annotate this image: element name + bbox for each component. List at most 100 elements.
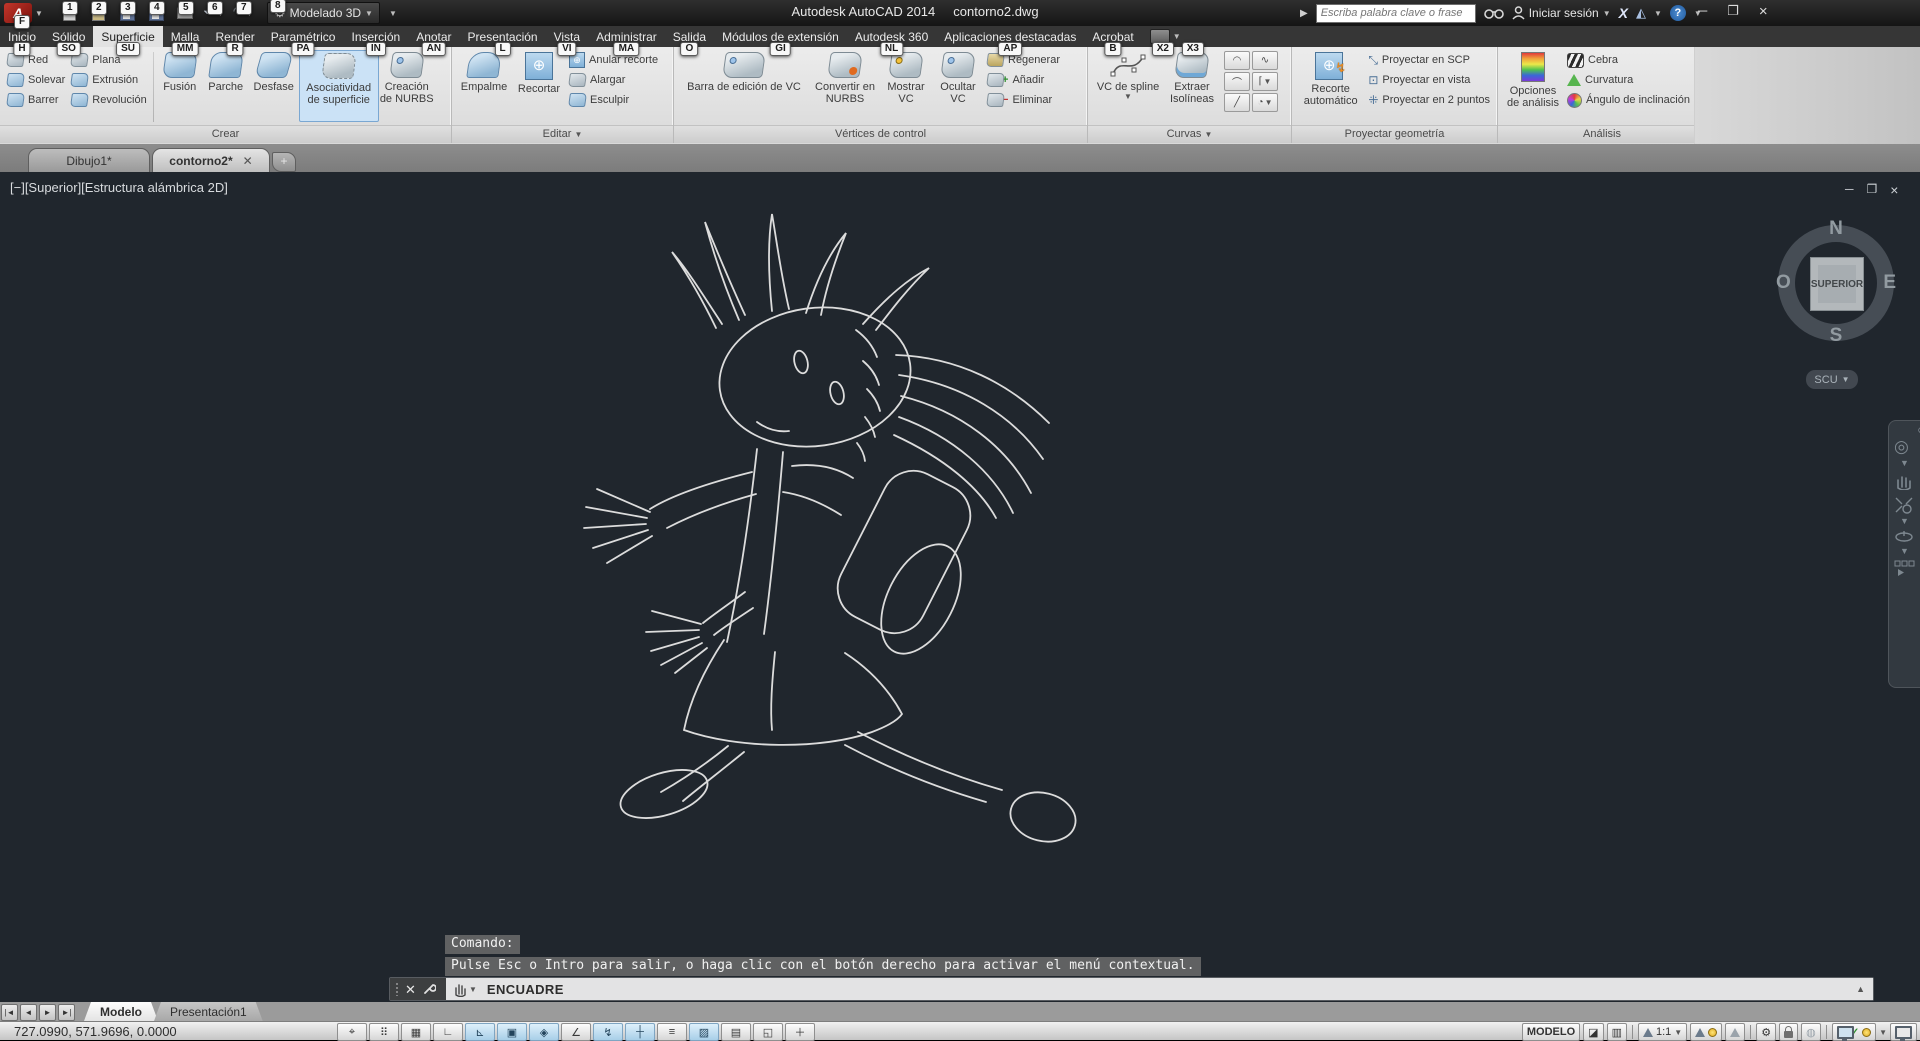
proyectar-scp-button[interactable]: ⤡ Proyectar en SCP [1365,50,1493,70]
new-drawing-button[interactable]: 1 [58,1,80,24]
regenerar-button[interactable]: Regenerar [984,50,1063,70]
revolucion-button[interactable]: Revolución [68,90,149,110]
plot-button[interactable]: 5 [174,1,196,24]
compass-east-label[interactable]: E [1883,272,1896,294]
ocultar-vc-button[interactable]: Ocultar VC [932,50,984,122]
clean-screen-button[interactable] [1890,1023,1917,1041]
file-tab-contorno2[interactable]: contorno2* ✕ [152,148,270,173]
annotation-scale-button[interactable]: 1:1 ▼ [1637,1023,1688,1041]
asociatividad-superficie-toggle[interactable]: Asociatividad de superficie [298,50,379,122]
ribbon-display-options-button[interactable]: ▼ X2 X3 [1149,26,1204,56]
empalme-button[interactable]: Empalme [456,50,512,122]
hardware-acceleration-button[interactable]: ✓ [1831,1023,1877,1041]
pan-hand-icon[interactable] [1894,472,1914,490]
sign-in-button[interactable]: Iniciar sesión ▼ [1512,6,1611,20]
annotation-monitor-toggle[interactable]: ＋ [785,1023,815,1041]
tab-superficie[interactable]: Superficie SU [93,26,163,56]
tab-inicio[interactable]: Inicio H [0,26,44,56]
curvatura-button[interactable]: Curvatura [1564,70,1693,90]
compass-west-label[interactable]: O [1776,272,1791,294]
dynamic-input-toggle[interactable]: ┼ [625,1023,655,1041]
steering-wheel-icon[interactable]: ◎ [1894,438,1909,456]
close-icon[interactable]: ✕ [243,154,253,168]
ucs-menu-button[interactable]: SCU ▼ [1806,370,1858,389]
arc-button[interactable]: ⌈ ▼ [1252,72,1278,91]
command-line-bar[interactable]: ✕ ▼ ENCUADRE ▲ [389,977,1874,1001]
polar-tracking-toggle[interactable]: ⊾ [465,1023,495,1041]
save-as-button[interactable]: 4 [145,1,167,24]
tab-modulos[interactable]: Módulos de extensión GI [714,26,847,56]
quick-properties-toggle[interactable]: ▤ [721,1023,751,1041]
help-icon[interactable]: ? [1669,5,1686,21]
panel-title[interactable]: Proyectar geometría [1292,125,1497,143]
drawing-viewport[interactable]: [−][Superior][Estructura alámbrica 2D] ─… [0,172,1920,1002]
redo-button[interactable]: ↷▼7 [232,1,254,24]
vc-spline-button[interactable]: VC de spline ▼ [1092,50,1164,122]
ortho-mode-toggle[interactable]: ∟ [433,1023,463,1041]
tab-malla[interactable]: Malla MM [163,26,208,56]
collapse-arrow-icon[interactable]: ▶ [1300,8,1308,19]
zoom-icon[interactable] [1894,496,1914,514]
opciones-analisis-button[interactable]: Opciones de análisis [1502,50,1564,122]
eliminar-button[interactable]: − Eliminar [984,90,1063,110]
annotation-visibility-button[interactable] [1690,1023,1723,1041]
pan-command-icon[interactable] [453,981,469,997]
close-button[interactable]: × [1759,3,1768,20]
steering-wheel-button[interactable]: ◍ [1801,1023,1821,1041]
circle-button[interactable]: ◔ ▼ [1252,93,1278,112]
chevron-down-icon[interactable]: ▼ [1900,458,1909,468]
doc-close-button[interactable]: × [1890,182,1898,198]
lineweight-toggle[interactable]: ≡ [657,1023,687,1041]
search-input[interactable] [1315,3,1476,23]
fusion-button[interactable]: Fusión [157,50,203,122]
snap-mode-toggle[interactable]: ⠿ [369,1023,399,1041]
mostrar-vc-button[interactable]: Mostrar VC [880,50,932,122]
dynamic-ucs-toggle[interactable]: ↯ [593,1023,623,1041]
model-space-button[interactable]: MODELO [1521,1023,1581,1041]
tab-anotar[interactable]: Anotar AN [408,26,459,56]
tab-render[interactable]: Render R [207,26,262,56]
restore-button[interactable]: ❐ [1727,3,1739,20]
panel-title[interactable]: Análisis [1498,125,1706,143]
blend-curve-button[interactable]: ◠ [1224,51,1250,70]
recortar-button[interactable]: ⊕ Recortar [512,50,566,122]
grid-display-toggle[interactable]: ▦ [401,1023,431,1041]
coordinate-readout[interactable]: 727.0990, 571.9696, 0.0000 [14,1024,177,1039]
angulo-inclinacion-button[interactable]: Ángulo de inclinación [1564,90,1693,110]
compass-south-label[interactable]: S [1830,325,1843,347]
open-drawing-button[interactable]: 2 [87,1,109,24]
panel-title[interactable]: Editar ▼ [452,125,673,143]
anadir-button[interactable]: + Añadir [984,70,1063,90]
orbit-icon[interactable] [1894,530,1914,544]
layout1-tab[interactable]: Presentación1 [154,1002,263,1021]
parche-button[interactable]: Parche [203,50,249,122]
barrer-button[interactable]: Barrer [4,90,68,110]
tab-vista[interactable]: Vista VI [546,26,588,56]
last-layout-button[interactable]: ►| [58,1004,75,1021]
barra-edicion-vc-button[interactable]: Barra de edición de VC [678,50,810,122]
viewcube-top-face[interactable]: SUPERIOR [1810,257,1864,311]
chevron-down-icon[interactable]: ▼ [1879,1028,1887,1037]
chevron-down-icon[interactable]: ▼ [1900,546,1909,556]
app-menu-button[interactable]: A ▼ F [4,1,50,29]
prev-layout-button[interactable]: ◄ [20,1004,37,1021]
close-icon[interactable]: ✕ [405,983,416,996]
tab-presentacion[interactable]: Presentación L [460,26,546,56]
layout-icon-button[interactable]: ▥ [1606,1023,1627,1041]
search-binoculars-icon[interactable] [1483,6,1504,20]
undo-button[interactable]: ↶▼6 [203,1,225,24]
panel-title[interactable]: Crear [0,125,451,143]
viewport-controls-label[interactable]: [−][Superior][Estructura alámbrica 2D] [10,180,228,195]
object-snap-tracking-toggle[interactable]: ∠ [561,1023,591,1041]
wave-curve-button[interactable]: ∿ [1252,51,1278,70]
tab-parametrico[interactable]: Paramétrico PA [263,26,344,56]
new-file-tab-button[interactable]: + [272,152,296,172]
model-icon-button[interactable]: ◪ [1583,1023,1604,1041]
file-tab-dibujo1[interactable]: Dibujo1* [28,148,150,173]
line-button[interactable]: ╱ [1224,93,1250,112]
3d-object-snap-toggle[interactable]: ◈ [529,1023,559,1041]
tab-acrobat[interactable]: Acrobat B [1084,26,1141,56]
workspace-settings-button[interactable]: ⚙ [1756,1023,1777,1041]
spline-fit-button[interactable]: ⌒ [1224,72,1250,91]
recorte-automatico-toggle[interactable]: ⊕ ↯ Recorte automático [1296,50,1365,122]
